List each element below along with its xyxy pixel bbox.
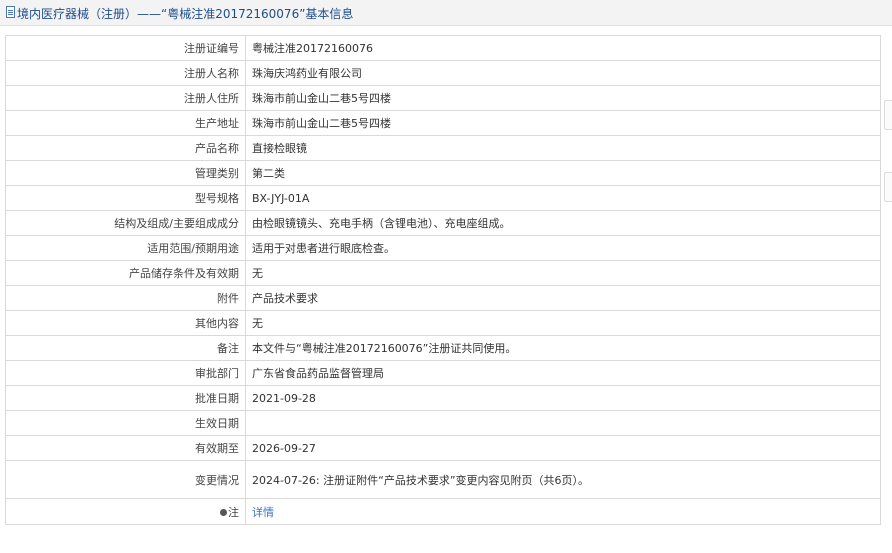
- table-row: 适用范围/预期用途 适用于对患者进行眼底检查。: [5, 235, 881, 261]
- row-value: 本文件与“粤械注准20172160076”注册证共同使用。: [245, 335, 881, 361]
- row-label: 管理类别: [5, 160, 246, 186]
- row-label: 其他内容: [5, 310, 246, 336]
- table-row: 生产地址 珠海市前山金山二巷5号四楼: [5, 110, 881, 136]
- row-label: 审批部门: [5, 360, 246, 386]
- row-value: 珠海庆鸿药业有限公司: [245, 60, 881, 86]
- table-row: 注册人名称 珠海庆鸿药业有限公司: [5, 60, 881, 86]
- row-value: 2026-09-27: [245, 435, 881, 461]
- table-row: 结构及组成/主要组成成分 由检眼镜镜头、充电手柄（含锂电池）、充电座组成。: [5, 210, 881, 236]
- row-value: BX-JYJ-01A: [245, 185, 881, 211]
- row-label: 注册人住所: [5, 85, 246, 111]
- table-row: 有效期至 2026-09-27: [5, 435, 881, 461]
- table-row: 注册证编号 粤械注准20172160076: [5, 35, 881, 61]
- table-row: 生效日期: [5, 410, 881, 436]
- row-label: 生效日期: [5, 410, 246, 436]
- row-label: 型号规格: [5, 185, 246, 211]
- row-label: 结构及组成/主要组成成分: [5, 210, 246, 236]
- row-label: 产品名称: [5, 135, 246, 161]
- row-value: 珠海市前山金山二巷5号四楼: [245, 85, 881, 111]
- row-value: 无: [245, 260, 881, 286]
- document-icon: [6, 6, 15, 18]
- table-row: 其他内容无: [5, 310, 881, 336]
- side-tab[interactable]: [884, 172, 892, 202]
- details-link[interactable]: 详情: [252, 506, 274, 519]
- row-label: 适用范围/预期用途: [5, 235, 246, 261]
- table-row: 管理类别 第二类: [5, 160, 881, 186]
- row-value: 产品技术要求: [245, 285, 881, 311]
- table-row: 附件 产品技术要求: [5, 285, 881, 311]
- table-row: 型号规格 BX-JYJ-01A: [5, 185, 881, 211]
- row-label: 注册人名称: [5, 60, 246, 86]
- page-header: 境内医疗器械（注册）——“粤械注准20172160076”基本信息: [0, 0, 892, 26]
- row-label: 变更情况: [5, 460, 246, 499]
- table-row: 注 详情: [5, 498, 881, 525]
- row-value: 2024-07-26: 注册证附件“产品技术要求”变更内容见附页（共6页）。: [245, 460, 881, 499]
- row-label: 产品储存条件及有效期: [5, 260, 246, 286]
- table-row: 注册人住所 珠海市前山金山二巷5号四楼: [5, 85, 881, 111]
- row-label: 批准日期: [5, 385, 246, 411]
- row-value: 由检眼镜镜头、充电手柄（含锂电池）、充电座组成。: [245, 210, 881, 236]
- row-value: 第二类: [245, 160, 881, 186]
- row-value: 无: [245, 310, 881, 336]
- row-value: 适用于对患者进行眼底检查。: [245, 235, 881, 261]
- row-value: 珠海市前山金山二巷5号四楼: [245, 110, 881, 136]
- row-label: 生产地址: [5, 110, 246, 136]
- table-row: 产品储存条件及有效期无: [5, 260, 881, 286]
- row-label: 附件: [5, 285, 246, 311]
- note-label: 注: [228, 505, 239, 519]
- info-table: 注册证编号 粤械注准20172160076 注册人名称 珠海庆鸿药业有限公司 注册人…: [5, 35, 881, 525]
- row-label: 备注: [5, 335, 246, 361]
- row-value: 2021-09-28: [245, 385, 881, 411]
- row-value: 详情: [245, 498, 881, 525]
- table-row: 产品名称 直接检眼镜: [5, 135, 881, 161]
- table-row: 批准日期 2021-09-28: [5, 385, 881, 411]
- row-value: 粤械注准20172160076: [245, 35, 881, 61]
- row-value: [245, 410, 881, 436]
- row-label: 注册证编号: [5, 35, 246, 61]
- row-value: 直接检眼镜: [245, 135, 881, 161]
- table-row: 审批部门 广东省食品药品监督管理局: [5, 360, 881, 386]
- row-value: 广东省食品药品监督管理局: [245, 360, 881, 386]
- table-row: 备注 本文件与“粤械注准20172160076”注册证共同使用。: [5, 335, 881, 361]
- page-title: 境内医疗器械（注册）——“粤械注准20172160076”基本信息: [17, 7, 354, 21]
- table-row: 变更情况 2024-07-26: 注册证附件“产品技术要求”变更内容见附页（共6页…: [5, 460, 881, 499]
- row-label: 注: [5, 498, 246, 525]
- pin-icon: [220, 508, 227, 516]
- row-label: 有效期至: [5, 435, 246, 461]
- side-tab[interactable]: [884, 100, 892, 130]
